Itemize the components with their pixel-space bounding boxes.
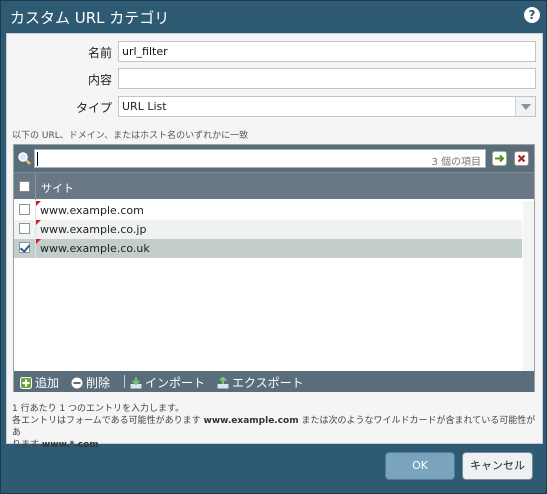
description-label: 内容 [87,73,112,87]
type-select-value: URL List [122,100,167,113]
dialog-content: 名前 url_filter 内容 タイプ URL List 以下の URL、ドメ… [6,33,543,450]
grid-toolbar: 3 個の項目 [14,145,534,172]
grid-rows: www.example.com www.example.co.jp www.ex… [14,201,522,258]
custom-url-category-dialog: カスタム URL カテゴリ ? 名前 url_filter 内容 タイプ URL… [0,0,547,494]
notes-wildcard-example: www.*.com [41,440,99,450]
delete-label: 削除 [86,376,111,390]
clear-filter-button[interactable] [514,151,529,166]
row-checkbox[interactable] [19,242,30,253]
add-button[interactable]: 追加 [20,374,59,390]
type-select[interactable]: URL List [118,96,536,117]
name-label: 名前 [87,46,112,60]
notes-line-1: 1 行あたり 1 つのエントリを入力します。 [12,404,185,414]
notes-line-3-post: . [98,440,102,450]
export-button[interactable]: エクスポート [217,374,304,390]
add-label: 追加 [35,376,60,390]
chevron-down-icon[interactable] [515,97,535,116]
type-label: タイプ [75,101,112,115]
site-cell[interactable]: www.example.co.jp [40,223,146,236]
export-label: エクスポート [232,376,304,390]
close-icon [517,154,526,163]
item-count: 3 個の項目 [431,157,481,168]
apply-filter-button[interactable] [492,151,507,166]
help-icon[interactable]: ? [524,7,540,23]
table-row[interactable]: www.example.com [14,201,522,220]
export-icon [217,377,229,389]
import-icon [130,377,142,389]
table-row[interactable]: www.example.co.uk [14,239,522,258]
cancel-button[interactable]: キャンセル [462,452,533,480]
name-input[interactable]: url_filter [118,41,536,62]
entry-notes: 1 行あたり 1 つのエントリを入力します。 各エントリはフォームである可能性が… [12,403,540,451]
table-row[interactable]: www.example.co.jp [14,220,522,239]
plus-icon [20,377,32,389]
notes-example-url: www.example.com [203,416,299,426]
arrow-right-icon [495,154,505,163]
select-all-checkbox[interactable] [19,181,30,192]
notes-line-2-pre: 各エントリはフォームである可能性があります [12,416,204,426]
notes-line-3: ります www.*.com. [12,439,540,451]
dialog-title: カスタム URL カテゴリ [10,9,170,27]
search-icon [18,152,31,165]
delete-button[interactable]: 削除 [71,374,110,390]
match-hint: 以下の URL、ドメイン、またはホスト名のいずれかに一致 [12,131,249,141]
scrollbar[interactable] [523,201,534,371]
text-caret [37,152,38,166]
site-column-header[interactable]: サイト [41,180,74,196]
row-checkbox[interactable] [19,204,30,215]
site-cell[interactable]: www.example.co.uk [40,242,150,255]
notes-line-2: 各エントリはフォームである可能性があります www.example.com また… [12,415,540,439]
grid-footer: 追加 削除 インポート エクスポート [14,371,534,392]
search-input[interactable]: 3 個の項目 [34,149,486,168]
import-label: インポート [145,376,206,390]
row-checkbox[interactable] [19,223,30,234]
import-button[interactable]: インポート [130,374,205,390]
ok-button[interactable]: OK [385,452,455,480]
title-bar: カスタム URL カテゴリ ? [1,1,547,33]
grid-header: サイト [14,172,534,200]
site-grid: 3 個の項目 サイト www.example.com www.example.c… [13,144,535,392]
description-input[interactable] [118,68,536,89]
minus-icon [71,377,83,389]
column-divider [35,173,36,200]
notes-line-3-pre: ります [12,440,42,450]
site-cell[interactable]: www.example.com [40,204,144,217]
footer-divider [124,375,125,388]
